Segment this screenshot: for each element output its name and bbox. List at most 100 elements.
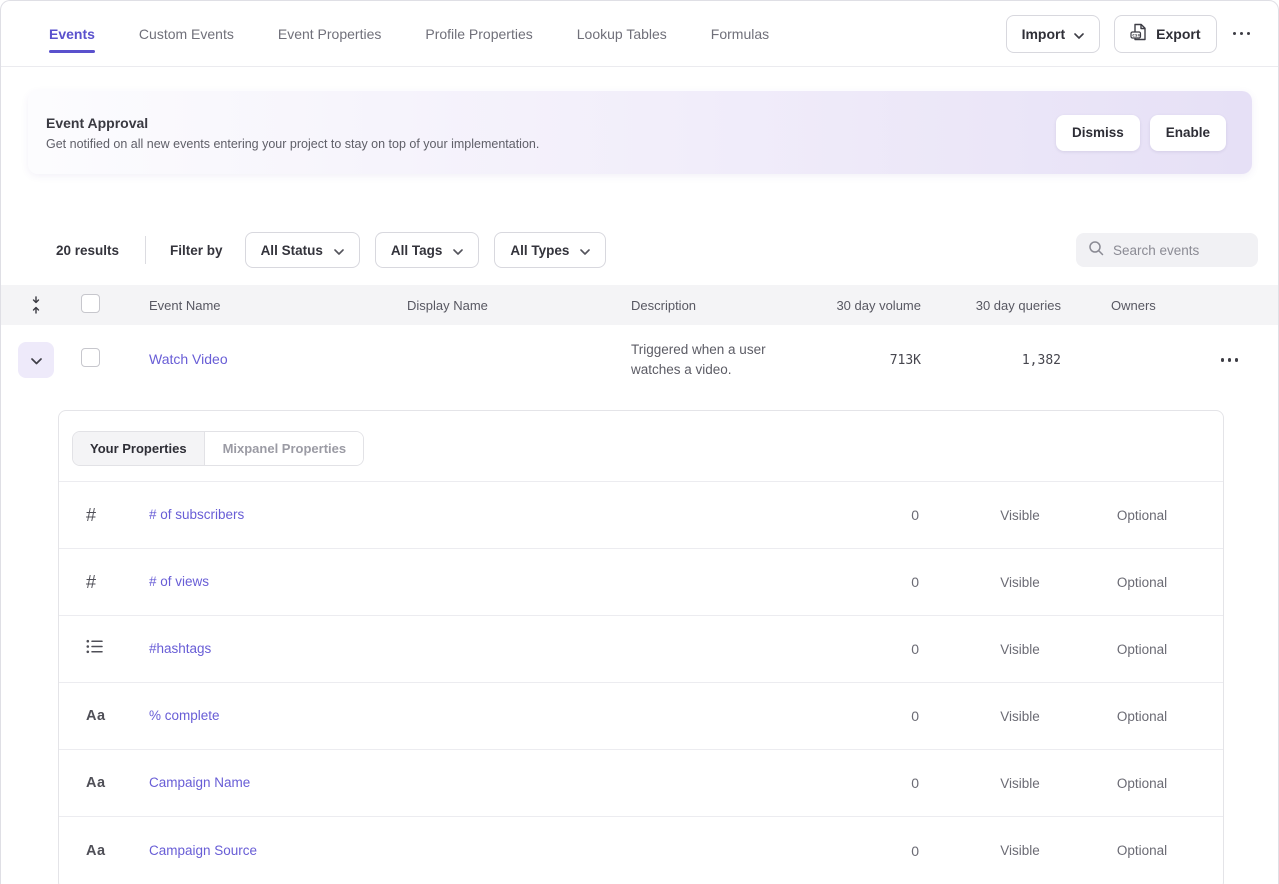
property-count: 0 [829,574,919,590]
search-input[interactable] [1113,243,1246,258]
row-expander-button[interactable] [18,342,54,378]
property-requirement: Optional [1085,508,1199,523]
property-row: Aa Campaign Name 0 Visible Optional [59,750,1223,817]
tab-profile-properties[interactable]: Profile Properties [425,1,532,66]
text-type-icon: Aa [86,775,106,791]
event-name-link[interactable]: Watch Video [149,351,228,367]
chevron-down-icon [1074,26,1084,42]
collapse-all-icon[interactable] [1,296,71,314]
properties-panel: Your Properties Mixpanel Properties # # … [58,410,1224,884]
property-name-link[interactable]: #hashtags [149,641,211,656]
property-requirement: Optional [1085,642,1199,657]
col-event-name: Event Name [149,298,407,313]
banner-title: Event Approval [46,115,539,131]
results-count: 20 results [56,243,119,258]
nav-tabs: Events Custom Events Event Properties Pr… [49,1,769,66]
lexicon-window: Events Custom Events Event Properties Pr… [0,0,1279,884]
filter-toolbar: 20 results Filter by All Status All Tags… [56,232,1258,268]
property-requirement: Optional [1085,709,1199,724]
dismiss-button[interactable]: Dismiss [1056,115,1140,151]
queries-cell: 1,382 [921,353,1061,368]
events-table-header: Event Name Display Name Description 30 d… [1,285,1278,325]
property-name-link[interactable]: % complete [149,708,220,723]
chevron-down-icon [334,243,344,258]
property-count: 0 [829,708,919,724]
property-name-link[interactable]: # of subscribers [149,507,244,522]
property-visibility: Visible [955,575,1085,590]
import-button-label: Import [1022,26,1066,42]
select-all-checkbox[interactable] [81,294,100,313]
top-nav: Events Custom Events Event Properties Pr… [1,1,1278,67]
event-approval-banner: Event Approval Get notified on all new e… [28,91,1252,174]
number-type-icon: # [86,505,96,525]
tags-filter-label: All Tags [391,243,443,258]
property-row: Aa % complete 0 Visible Optional [59,683,1223,750]
number-type-icon: # [86,572,96,592]
search-icon [1088,240,1104,261]
overflow-menu-icon[interactable] [1231,26,1253,42]
banner-actions: Dismiss Enable [1056,115,1226,151]
tab-event-properties[interactable]: Event Properties [278,1,382,66]
nav-actions: Import csv Export [1006,15,1252,53]
chevron-down-icon [453,243,463,258]
col-display-name: Display Name [407,298,631,313]
search-box [1076,233,1258,267]
property-row: # # of subscribers 0 Visible Optional [59,482,1223,549]
banner-text: Event Approval Get notified on all new e… [46,115,539,151]
property-visibility: Visible [955,776,1085,791]
event-row-watch-video: Watch Video Triggered when a user watche… [1,325,1278,395]
tab-lookup-tables[interactable]: Lookup Tables [577,1,667,66]
property-name-link[interactable]: # of views [149,574,209,589]
property-visibility: Visible [955,508,1085,523]
property-requirement: Optional [1085,776,1199,791]
property-requirement: Optional [1085,575,1199,590]
property-visibility: Visible [955,843,1085,858]
col-owners: Owners [1061,298,1181,313]
properties-segmented-control: Your Properties Mixpanel Properties [72,431,364,466]
export-button[interactable]: csv Export [1114,15,1216,53]
import-button[interactable]: Import [1006,15,1101,53]
property-name-link[interactable]: Campaign Source [149,843,257,858]
property-row: Aa Campaign Source 0 Visible Optional [59,817,1223,884]
csv-file-icon: csv [1130,23,1147,44]
property-name-link[interactable]: Campaign Name [149,775,250,790]
export-button-label: Export [1156,26,1200,42]
text-type-icon: Aa [86,843,106,859]
property-count: 0 [829,843,919,859]
property-count: 0 [829,507,919,523]
tab-custom-events[interactable]: Custom Events [139,1,234,66]
status-filter-label: All Status [261,243,323,258]
status-filter-dropdown[interactable]: All Status [245,232,360,268]
col-30-day-queries: 30 day queries [921,298,1061,313]
row-overflow-menu-icon[interactable] [1219,352,1241,368]
tab-formulas[interactable]: Formulas [711,1,769,66]
filter-by-label: Filter by [170,243,223,258]
enable-button[interactable]: Enable [1150,115,1226,151]
text-type-icon: Aa [86,708,106,724]
types-filter-dropdown[interactable]: All Types [494,232,606,268]
property-count: 0 [829,641,919,657]
properties-panel-tabs: Your Properties Mixpanel Properties [59,411,1223,482]
description-cell: Triggered when a user watches a video. [631,340,791,380]
divider [145,236,146,264]
list-type-icon [86,639,125,659]
property-visibility: Visible [955,709,1085,724]
volume-cell: 713K [821,353,921,368]
banner-description: Get notified on all new events entering … [46,137,539,151]
events-table: Event Name Display Name Description 30 d… [1,285,1278,395]
tags-filter-dropdown[interactable]: All Tags [375,232,480,268]
row-checkbox[interactable] [81,348,100,367]
chevron-down-icon [31,353,42,368]
col-30-day-volume: 30 day volume [821,298,921,313]
svg-text:csv: csv [1132,34,1141,39]
property-count: 0 [829,775,919,791]
chevron-down-icon [580,243,590,258]
tab-events[interactable]: Events [49,1,95,66]
property-row: #hashtags 0 Visible Optional [59,616,1223,683]
property-row: # # of views 0 Visible Optional [59,549,1223,616]
tab-your-properties[interactable]: Your Properties [73,432,205,465]
tab-mixpanel-properties[interactable]: Mixpanel Properties [205,432,364,465]
types-filter-label: All Types [510,243,569,258]
property-requirement: Optional [1085,843,1199,858]
property-visibility: Visible [955,642,1085,657]
